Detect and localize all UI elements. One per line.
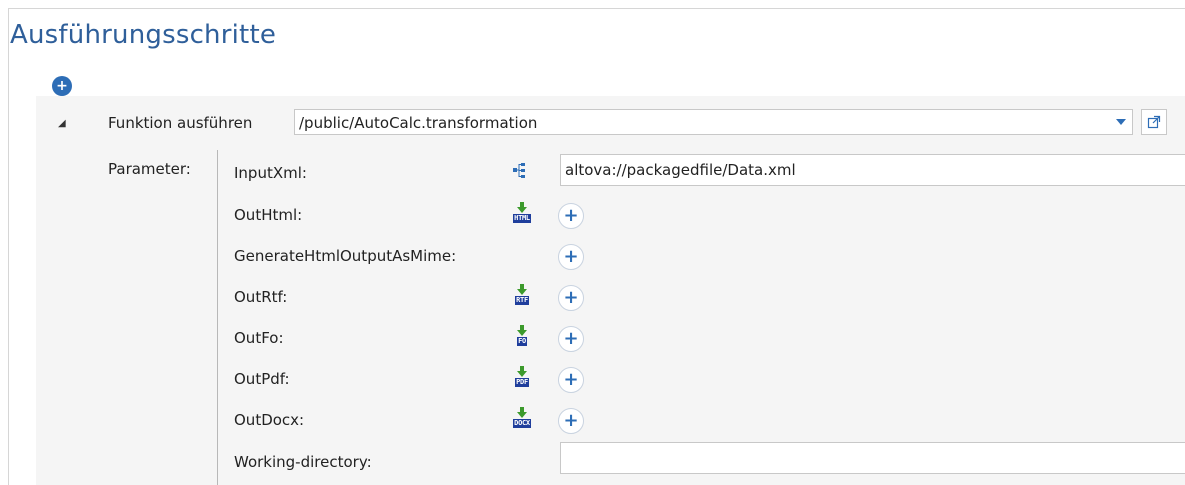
working-directory-field[interactable] [560,442,1185,474]
add-step-button[interactable]: + [52,76,72,96]
chevron-down-icon[interactable] [1116,119,1126,125]
plus-icon: + [563,287,579,308]
external-link-icon [1147,115,1161,129]
param-row-generatehtml: GenerateHtmlOutputAsMime: + [234,243,1184,273]
pdf-tag: PDF [515,378,529,387]
param-name: OutPdf: [234,370,290,388]
inputxml-field[interactable]: altova://packagedfile/Data.xml [560,154,1185,186]
parameters-divider [217,150,218,485]
rtf-tag: RTF [515,296,529,305]
param-row-outdocx: OutDocx: DOCX + [234,407,1184,437]
param-name: OutRtf: [234,288,288,306]
add-outfo-button[interactable]: + [558,326,584,352]
docx-output-icon: DOCX [511,407,533,433]
page-title: Ausführungsschritte [10,20,277,50]
html-tag: HTML [513,214,531,223]
plus-icon: + [56,78,68,94]
rtf-output-icon: RTF [511,284,533,310]
fo-output-icon: FO [511,325,533,351]
add-outdocx-button[interactable]: + [558,408,584,434]
collapse-triangle-icon[interactable]: ◢ [58,118,66,129]
param-row-outhtml: OutHtml: HTML + [234,202,1184,232]
html-output-icon: HTML [511,202,533,228]
plus-icon: + [563,328,579,349]
function-label: Funktion ausführen [108,114,253,132]
plus-icon: + [563,369,579,390]
open-function-button[interactable] [1141,109,1167,135]
param-name: OutFo: [234,329,284,347]
param-name: GenerateHtmlOutputAsMime: [234,247,457,265]
param-name: InputXml: [234,164,307,182]
param-row-outrtf: OutRtf: RTF + [234,284,1184,314]
param-name: OutHtml: [234,206,303,224]
param-row-outpdf: OutPdf: PDF + [234,366,1184,396]
tree-structure-icon [511,160,533,186]
param-name: OutDocx: [234,411,305,429]
add-generatehtml-button[interactable]: + [558,244,584,270]
docx-tag: DOCX [513,419,531,428]
function-path-value: /public/AutoCalc.transformation [299,114,538,132]
add-outrtf-button[interactable]: + [558,285,584,311]
inputxml-value: altova://packagedfile/Data.xml [565,161,796,179]
add-outpdf-button[interactable]: + [558,367,584,393]
pdf-output-icon: PDF [511,366,533,392]
add-outhtml-button[interactable]: + [558,203,584,229]
fo-tag: FO [517,337,527,346]
plus-icon: + [563,410,579,431]
param-row-working-directory: Working-directory: [234,442,1185,479]
plus-icon: + [563,205,579,226]
parameters-label: Parameter: [108,160,191,178]
param-row-outfo: OutFo: FO + [234,325,1184,355]
param-name: Working-directory: [234,453,372,471]
function-path-select[interactable]: /public/AutoCalc.transformation [294,109,1133,135]
param-row-inputxml: InputXml: altova://packagedfile/Data.xml [234,154,1185,190]
plus-icon: + [563,246,579,267]
